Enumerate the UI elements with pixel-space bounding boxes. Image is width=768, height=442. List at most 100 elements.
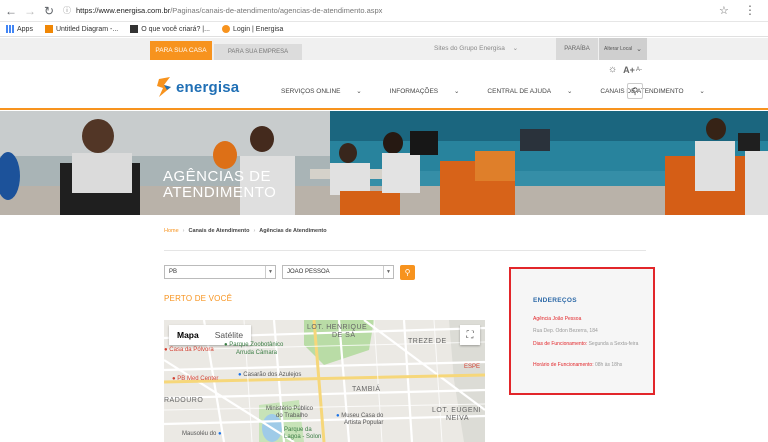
bookmark-label: Login | Energisa bbox=[232, 25, 284, 33]
tab-para-sua-empresa[interactable]: PARA SUA EMPRESA bbox=[214, 44, 302, 60]
city-select-value: JOAO PESSOA bbox=[287, 269, 330, 275]
addresses-title: ENDEREÇOS bbox=[533, 297, 577, 304]
divider bbox=[164, 250, 646, 251]
search-icon: ⚲ bbox=[404, 268, 411, 277]
map-label: NEIVA bbox=[446, 415, 469, 422]
chevron-down-icon: ⌄ bbox=[356, 88, 362, 95]
browser-menu-icon[interactable]: ⋮ bbox=[744, 3, 756, 17]
map-label: TAMBIÁ bbox=[352, 386, 381, 393]
agencies-map[interactable]: Mapa Satélite ⛶ LOT. HENRIQUE DE SÁ TREZ… bbox=[164, 320, 485, 442]
map-label: Mausoléu do ● bbox=[182, 431, 222, 437]
site-header: energisa ☼ A+ A- SERVIÇOS ONLINE ⌄ INFOR… bbox=[0, 60, 768, 110]
breadcrumb: Home › Canais de Atendimento › Agências … bbox=[164, 228, 327, 234]
search-icon: ⚲ bbox=[631, 85, 639, 96]
url-host: https://www.energisa.com.br bbox=[76, 6, 171, 15]
map-label: LOT. EUGENI bbox=[432, 407, 482, 414]
font-decrease-button[interactable]: A- bbox=[636, 67, 642, 73]
bookmark-star-icon[interactable]: ☆ bbox=[719, 4, 729, 17]
bookmark-label: Apps bbox=[17, 25, 33, 33]
map-label: do Trabalho bbox=[276, 413, 308, 419]
menu-item-canais-de-atendimento[interactable]: CANAIS DE ATENDIMENTO ⌄ bbox=[600, 87, 718, 95]
url-path: /Paginas/canais-de-atendimento/agencias-… bbox=[170, 6, 383, 15]
chevron-down-icon: ⌄ bbox=[636, 46, 642, 53]
map-pin-icon: ● bbox=[172, 376, 176, 382]
map-label: Parque da bbox=[284, 427, 312, 433]
map-label: ● Museu Casa do bbox=[336, 413, 383, 419]
agency-street: Rua Dep. Odon Bezerra, 184 bbox=[533, 328, 598, 334]
page-title-line-2: ATENDIMENTO bbox=[163, 184, 277, 201]
bookmark-label: O que você criará? |... bbox=[141, 25, 210, 33]
energisa-favicon bbox=[221, 25, 230, 33]
menu-item-central-de-ajuda[interactable]: CENTRAL DE AJUDA ⌄ bbox=[487, 87, 586, 95]
main-menu: SERVIÇOS ONLINE ⌄ INFORMAÇÕES ⌄ CENTRAL … bbox=[281, 87, 733, 95]
map-label: ● Casarão dos Azulejos bbox=[238, 372, 301, 378]
fullscreen-button[interactable]: ⛶ bbox=[460, 325, 480, 345]
days-label: Dias de Funcionamento: bbox=[533, 341, 588, 347]
change-location-dropdown[interactable]: Alterar Local ⌄ bbox=[599, 38, 647, 60]
back-icon[interactable]: ← bbox=[3, 3, 19, 19]
breadcrumb-canais[interactable]: Canais de Atendimento bbox=[189, 228, 250, 234]
map-label-text: Parque Zoobotânico bbox=[229, 342, 284, 348]
find-agencies-button[interactable]: ⚲ bbox=[400, 265, 415, 280]
agency-hours: Horário de Funcionamento: 08h às 18hs bbox=[533, 362, 622, 368]
apps-grid-icon bbox=[6, 25, 14, 33]
forward-icon[interactable]: → bbox=[22, 3, 38, 19]
chevron-right-icon: › bbox=[182, 228, 185, 234]
map-label: RADOURO bbox=[164, 397, 204, 404]
bookmarks-bar: Apps Untitled Diagram -... O que você cr… bbox=[0, 22, 768, 37]
menu-item-informacoes[interactable]: INFORMAÇÕES ⌄ bbox=[390, 87, 474, 95]
state-select[interactable]: PB ▼ bbox=[164, 265, 276, 279]
bookmark-apps[interactable]: Apps bbox=[6, 25, 33, 33]
search-button[interactable]: ⚲ bbox=[627, 83, 643, 99]
info-icon[interactable]: ⓘ bbox=[63, 5, 71, 16]
menu-label: INFORMAÇÕES bbox=[389, 88, 439, 95]
chevron-right-icon: › bbox=[253, 228, 256, 234]
agency-name-link[interactable]: Agência João Pessoa bbox=[533, 316, 581, 322]
menu-label: CENTRAL DE AJUDA bbox=[487, 88, 552, 95]
bookmark-untitled-diagram[interactable]: Untitled Diagram -... bbox=[44, 25, 119, 33]
map-label-text: Casa da Pólvora bbox=[169, 347, 214, 353]
map-label: Ministério Público bbox=[266, 406, 314, 412]
hours-label: Horário de Funcionamento: bbox=[533, 362, 594, 368]
menu-item-servicos-online[interactable]: SERVIÇOS ONLINE ⌄ bbox=[281, 87, 376, 95]
map-type-map-button[interactable]: Mapa bbox=[169, 325, 207, 345]
page-title: AGÊNCIAS DE ATENDIMENTO bbox=[163, 169, 276, 201]
font-increase-button[interactable]: A+ bbox=[623, 65, 635, 75]
group-sites-label: Sites do Grupo Energisa bbox=[434, 45, 505, 52]
change-location-label: Alterar Local bbox=[604, 46, 633, 52]
agency-days: Dias de Funcionamento: Segunda a Sexta-f… bbox=[533, 340, 651, 349]
state-select-value: PB bbox=[169, 269, 178, 275]
map-label: ● Casa da Pólvora bbox=[164, 347, 214, 353]
city-select[interactable]: JOAO PESSOA ▼ bbox=[282, 265, 394, 279]
map-label-text: Mausoléu do bbox=[182, 431, 217, 437]
contrast-icon[interactable]: ☼ bbox=[608, 64, 617, 75]
site-icon bbox=[130, 25, 139, 33]
chevron-down-icon: ⌄ bbox=[566, 88, 573, 95]
map-label: ● PB Med Center bbox=[172, 376, 218, 382]
hero-photo bbox=[0, 111, 768, 215]
energisa-logo[interactable]: energisa bbox=[156, 75, 239, 99]
tab-para-sua-casa[interactable]: PARA SUA CASA bbox=[150, 41, 212, 60]
map-pin-icon: ● bbox=[238, 372, 242, 378]
hours-value: 08h às 18hs bbox=[594, 362, 623, 368]
map-label-text: Museu Casa do bbox=[341, 413, 384, 419]
breadcrumb-home[interactable]: Home bbox=[164, 228, 179, 234]
map-label-text: Casarão dos Azulejos bbox=[243, 372, 302, 378]
breadcrumb-current: Agências de Atendimento bbox=[259, 228, 327, 234]
bookmark-login-energisa[interactable]: Login | Energisa bbox=[221, 25, 284, 33]
map-pin-icon: ● bbox=[218, 431, 222, 437]
bookmark-label: Untitled Diagram -... bbox=[55, 25, 119, 33]
energisa-logo-icon bbox=[157, 77, 171, 97]
bookmark-o-que-voce-criara[interactable]: O que você criará? |... bbox=[130, 25, 210, 33]
group-sites-dropdown[interactable]: Sites do Grupo Energisa ⌄ bbox=[434, 44, 518, 52]
state-label: PARAÍBA bbox=[556, 38, 598, 60]
chevron-down-icon: ⌄ bbox=[453, 88, 460, 95]
near-you-heading: PERTO DE VOCÊ bbox=[164, 294, 233, 303]
menu-label: SERVIÇOS ONLINE bbox=[281, 88, 341, 95]
reload-icon[interactable]: ↻ bbox=[41, 3, 57, 19]
map-label: ESPE bbox=[464, 364, 481, 370]
url-input[interactable]: ⓘ https://www.energisa.com.br/Paginas/ca… bbox=[63, 3, 723, 19]
map-pin-icon: ● bbox=[336, 413, 340, 419]
accessibility-tools: ☼ A+ A- bbox=[608, 64, 642, 75]
map-label: LOT. HENRIQUE bbox=[307, 324, 368, 331]
